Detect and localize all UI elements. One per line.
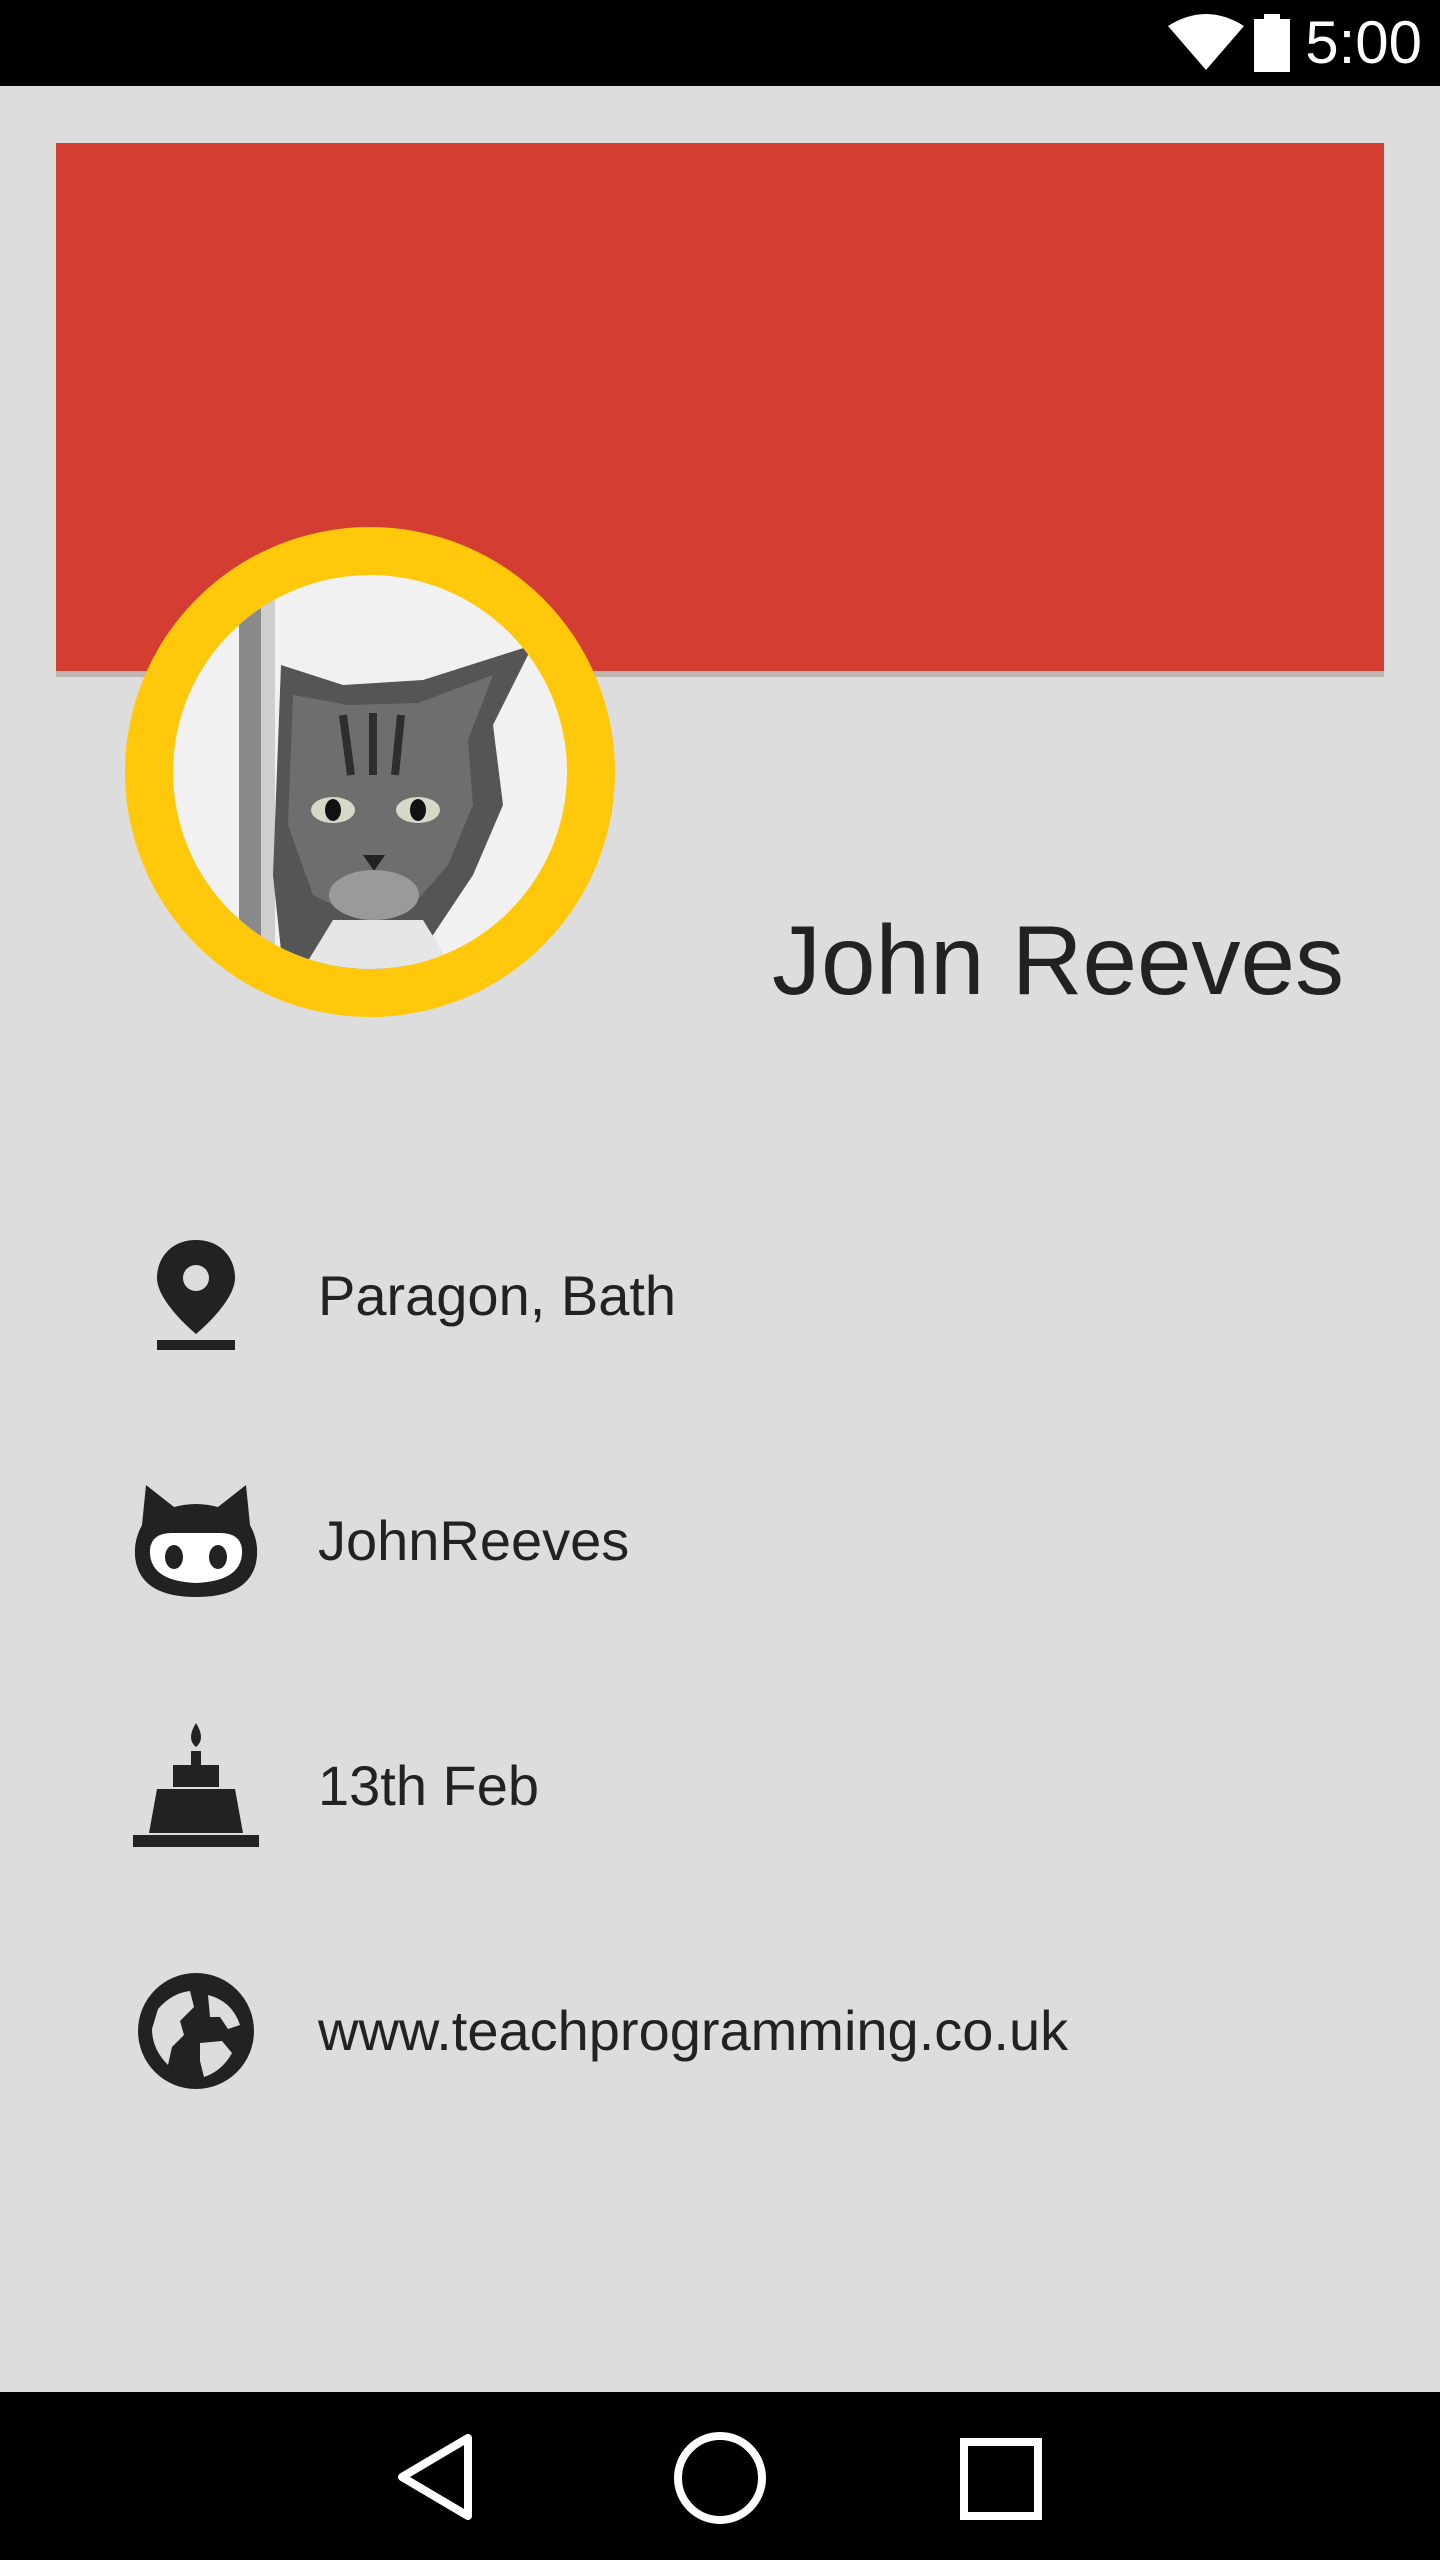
list-item-birthday[interactable]: 13th Feb: [0, 1720, 1440, 1860]
github-octocat-icon: [130, 1475, 262, 1607]
globe-icon: [130, 1965, 262, 2097]
recents-icon[interactable]: [958, 2430, 1044, 2527]
battery-icon: [1252, 14, 1292, 77]
website-link[interactable]: www.teachprogramming.co.uk: [318, 1997, 1068, 2065]
list-item-github[interactable]: JohnReeves: [0, 1475, 1440, 1615]
location-pin-icon: [130, 1230, 262, 1362]
list-item-location[interactable]: Paragon, Bath: [0, 1230, 1440, 1370]
avatar[interactable]: [125, 527, 615, 1017]
list-item-website[interactable]: www.teachprogramming.co.uk: [0, 1965, 1440, 2105]
status-bar: 5:00: [0, 0, 1440, 86]
cat-photo: [173, 575, 567, 969]
location-text: Paragon, Bath: [318, 1264, 677, 1327]
birthday-text: 13th Feb: [318, 1754, 540, 1817]
back-icon[interactable]: [392, 2430, 476, 2529]
profile-name: John Reeves: [771, 905, 1344, 1015]
home-icon[interactable]: [672, 2430, 768, 2531]
birthday-cake-icon: [130, 1720, 262, 1852]
github-username: JohnReeves: [318, 1509, 630, 1572]
navigation-bar: [0, 2392, 1440, 2560]
status-time: 5:00: [1305, 9, 1422, 76]
wifi-icon: [1168, 14, 1244, 75]
